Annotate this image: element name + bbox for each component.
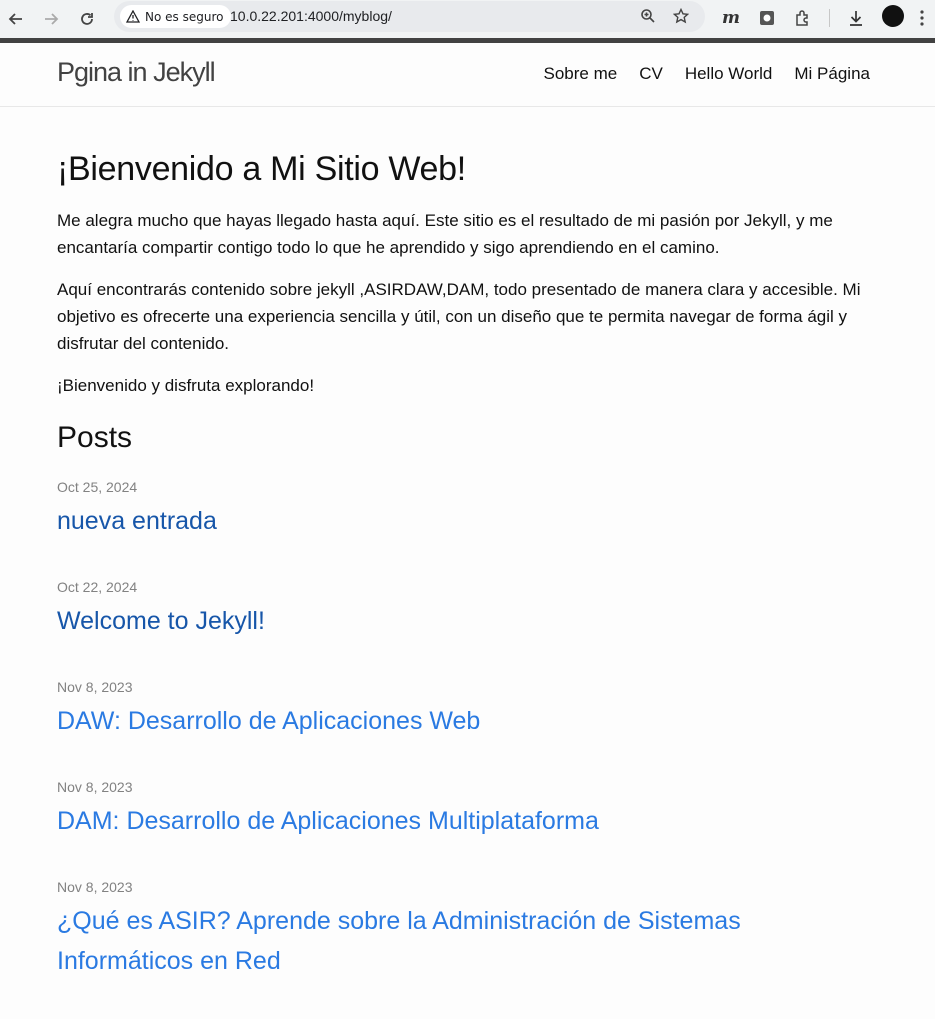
post-item: Oct 22, 2024 Welcome to Jekyll! [57,579,867,641]
menu-kebab-icon[interactable] [912,5,932,31]
post-item: Oct 25, 2024 nueva entrada [57,479,867,541]
zoom-icon[interactable] [637,5,659,27]
post-title-link[interactable]: Welcome to Jekyll! [57,601,867,641]
forward-arrow-icon [45,13,59,25]
post-date: Nov 8, 2023 [57,879,133,895]
download-icon[interactable] [843,5,869,31]
main-content: ¡Bienvenido a Mi Sitio Web! Me alegra mu… [57,106,867,1019]
site-nav: Sobre me CV Hello World Mi Página [544,64,871,84]
nav-link-cv[interactable]: CV [639,64,663,84]
extension-camera-icon[interactable] [754,5,780,31]
post-date: Nov 8, 2023 [57,679,133,695]
browser-toolbar: No es seguro 10.0.22.201:4000/myblog/ m [0,0,935,38]
nav-link-mi-pagina[interactable]: Mi Página [794,64,870,84]
post-date: Nov 8, 2023 [57,779,133,795]
extensions-puzzle-icon[interactable] [790,5,816,31]
back-arrow-icon [8,13,22,25]
extension-m-icon[interactable]: m [718,5,744,31]
post-title-link[interactable]: DAW: Desarrollo de Aplicaciones Web [57,701,867,741]
post-title-link[interactable]: ¿Qué es ASIR? Aprende sobre la Administr… [57,901,867,981]
address-bar[interactable]: No es seguro 10.0.22.201:4000/myblog/ [114,1,705,32]
profile-avatar[interactable] [882,5,904,27]
nav-link-hello-world[interactable]: Hello World [685,64,773,84]
reload-icon [81,13,93,25]
forward-button[interactable] [37,5,65,33]
post-date: Oct 22, 2024 [57,579,138,595]
back-button[interactable] [2,5,30,33]
bookmark-star-icon[interactable] [670,5,692,27]
post-item: Nov 8, 2023 ¿Qué es ASIR? Aprende sobre … [57,879,867,981]
nav-link-sobre-me[interactable]: Sobre me [544,64,618,84]
toolbar-divider [829,9,830,27]
posts-heading: Posts [57,421,133,454]
page-heading: ¡Bienvenido a Mi Sitio Web! [57,150,466,188]
site-title-link[interactable]: Pgina in Jekyll [57,57,216,88]
post-item: Nov 8, 2023 DAW: Desarrollo de Aplicacio… [57,679,867,741]
post-date: Oct 25, 2024 [57,479,138,495]
welcome-paragraph: ¡Bienvenido y disfruta explorando! [57,376,315,395]
security-label: No es seguro [145,9,224,24]
security-chip[interactable]: No es seguro [120,5,232,28]
warning-icon [126,10,140,23]
reload-button[interactable] [73,5,101,33]
intro-paragraph: Me alegra mucho que hayas llegado hasta … [57,211,833,257]
post-title-link[interactable]: DAM: Desarrollo de Aplicaciones Multipla… [57,801,867,841]
url-text[interactable]: 10.0.22.201:4000/myblog/ [230,8,392,24]
content-paragraph: Aquí encontrarás contenido sobre jekyll … [57,280,861,353]
site-header: Pgina in Jekyll Sobre me CV Hello World … [0,43,935,107]
post-item: Nov 8, 2023 DAM: Desarrollo de Aplicacio… [57,779,867,841]
post-title-link[interactable]: nueva entrada [57,501,867,541]
